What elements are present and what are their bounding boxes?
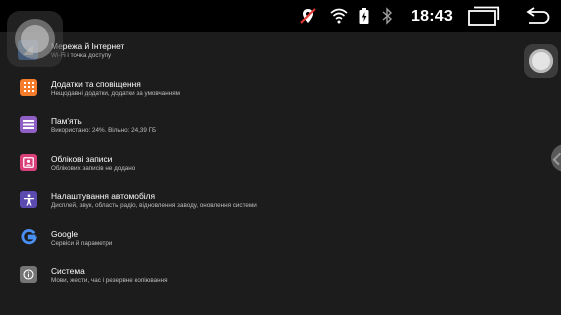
storage-icon	[20, 116, 37, 133]
accounts-icon	[20, 153, 37, 171]
assistive-touch-button[interactable]	[7, 11, 63, 67]
apps-icon	[20, 78, 37, 96]
setting-system[interactable]: Система Мови, жести, час і резервне копі…	[0, 257, 561, 295]
back-icon[interactable]	[525, 6, 551, 26]
setting-title: Google	[51, 228, 79, 239]
setting-car[interactable]: Налаштування автомобіля Дисплей, звук, о…	[0, 182, 561, 220]
car-settings-icon	[20, 191, 37, 208]
settings-list: Мережа й Інтернет Wi-Fi і точка доступу …	[0, 32, 561, 295]
wifi-icon	[330, 7, 348, 25]
recent-apps-icon[interactable]	[466, 6, 500, 26]
setting-network[interactable]: Мережа й Інтернет Wi-Fi і точка доступу	[0, 32, 561, 70]
setting-subtitle: Облікових записів не додано	[51, 164, 136, 172]
setting-title: Налаштування автомобіля	[51, 191, 156, 201]
setting-subtitle: Мови, жести, час і резервне копіювання	[51, 277, 168, 284]
setting-title: Додатки та сповіщення	[51, 78, 141, 89]
setting-subtitle: Сервіси й параметри	[51, 239, 113, 247]
bluetooth-icon	[381, 7, 393, 25]
battery-icon	[358, 7, 370, 25]
setting-google[interactable]: Google Сервіси й параметри	[0, 220, 561, 258]
no-location-icon	[299, 7, 317, 25]
google-icon	[20, 229, 37, 246]
status-bar: 18:43	[0, 0, 561, 32]
system-icon	[20, 266, 37, 283]
floating-ball-button[interactable]	[524, 44, 558, 78]
setting-title: Пам'ять	[51, 116, 82, 126]
setting-subtitle: Дисплей, звук, область радіо, відновленн…	[51, 202, 257, 209]
setting-storage[interactable]: Пам'ять Використано: 24%. Вільно: 24,39 …	[0, 107, 561, 145]
setting-subtitle: Нещодавні додатки, додатки за умовчанням	[51, 89, 180, 97]
setting-title: Облікові записи	[51, 153, 113, 164]
setting-apps[interactable]: Додатки та сповіщення Нещодавні додатки,…	[0, 70, 561, 108]
status-clock: 18:43	[411, 8, 453, 25]
setting-subtitle: Використано: 24%. Вільно: 24,39 ГБ	[51, 127, 157, 134]
setting-title: Система	[51, 266, 85, 276]
setting-accounts[interactable]: Облікові записи Облікових записів не дод…	[0, 145, 561, 183]
